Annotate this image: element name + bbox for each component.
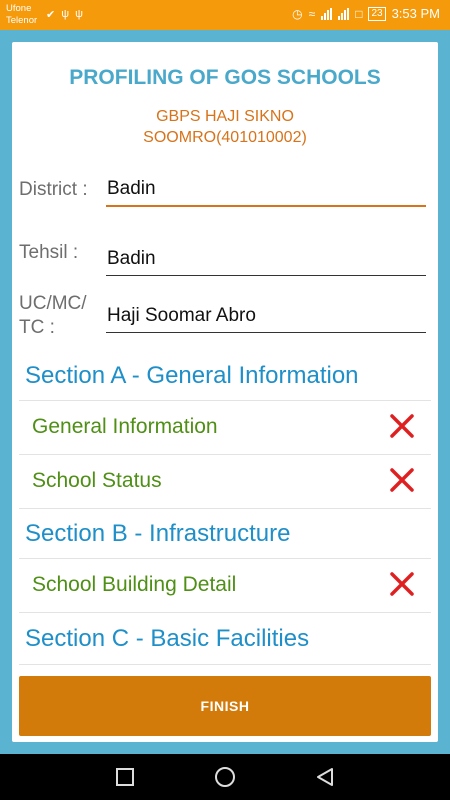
uc-field[interactable] bbox=[106, 299, 426, 333]
school-name-line-2: SOOMRO(401010002) bbox=[143, 129, 307, 146]
clock-time: 3:53 PM bbox=[391, 6, 440, 21]
tehsil-label: Tehsil : bbox=[19, 242, 79, 263]
school-name-line-1: GBPS HAJI SIKNO bbox=[156, 108, 294, 125]
item-school-status[interactable]: School Status bbox=[19, 456, 431, 508]
red-x-icon bbox=[390, 414, 414, 438]
usb-icon-2: ψ bbox=[75, 8, 83, 20]
district-field[interactable] bbox=[106, 173, 426, 207]
uc-label-line-2: TC : bbox=[19, 317, 55, 338]
divider bbox=[19, 558, 431, 559]
district-label: District : bbox=[19, 179, 88, 200]
tehsil-field[interactable] bbox=[106, 242, 426, 276]
navigation-bar bbox=[0, 754, 450, 800]
red-x-icon bbox=[390, 468, 414, 492]
section-b-header[interactable]: Section B - Infrastructure bbox=[25, 520, 290, 548]
finish-button[interactable]: FINISH bbox=[19, 676, 431, 736]
school-name: GBPS HAJI SIKNO SOOMRO(401010002) bbox=[12, 106, 438, 148]
main-card: PROFILING OF GOS SCHOOLS GBPS HAJI SIKNO… bbox=[12, 42, 438, 742]
uc-label-line-1: UC/MC/ bbox=[19, 293, 87, 314]
carrier-2: Telenor bbox=[6, 15, 38, 26]
carrier-1: Ufone bbox=[6, 3, 32, 14]
divider bbox=[19, 612, 431, 613]
wifi-icon: ≈ bbox=[308, 6, 316, 21]
item-label: School Status bbox=[32, 469, 162, 492]
notification-icons: ✔ ψ ψ bbox=[46, 8, 83, 21]
carrier-info: Ufone Telenor bbox=[6, 3, 37, 27]
system-status-area: ◷ ≈ □ 23 3:53 PM bbox=[292, 6, 440, 21]
divider bbox=[19, 400, 431, 401]
divider bbox=[19, 454, 431, 455]
item-school-building-detail[interactable]: School Building Detail bbox=[19, 560, 431, 612]
item-label: General Information bbox=[32, 415, 218, 438]
divider bbox=[19, 664, 431, 665]
divider bbox=[19, 508, 431, 509]
sim-icon: □ bbox=[355, 6, 363, 21]
check-icon: ✔ bbox=[46, 9, 56, 21]
signal-icon-2 bbox=[338, 7, 350, 20]
usb-icon: ψ bbox=[61, 8, 70, 20]
square-recents-icon[interactable] bbox=[113, 765, 137, 789]
uc-label: UC/MC/ TC : bbox=[19, 292, 87, 340]
item-general-information[interactable]: General Information bbox=[19, 402, 431, 454]
red-x-icon bbox=[390, 572, 414, 596]
circle-home-icon[interactable] bbox=[213, 765, 237, 789]
status-bar: Ufone Telenor ✔ ψ ψ ◷ ≈ □ 23 3:53 PM bbox=[0, 0, 450, 30]
triangle-back-icon[interactable] bbox=[313, 765, 337, 789]
section-c-header[interactable]: Section C - Basic Facilities bbox=[25, 625, 309, 653]
alarm-icon: ◷ bbox=[292, 6, 303, 21]
section-a-header[interactable]: Section A - General Information bbox=[25, 362, 359, 390]
page-title: PROFILING OF GOS SCHOOLS bbox=[69, 66, 381, 89]
battery-icon: 23 bbox=[368, 6, 386, 21]
signal-icon bbox=[321, 7, 333, 20]
item-label: School Building Detail bbox=[32, 573, 237, 596]
